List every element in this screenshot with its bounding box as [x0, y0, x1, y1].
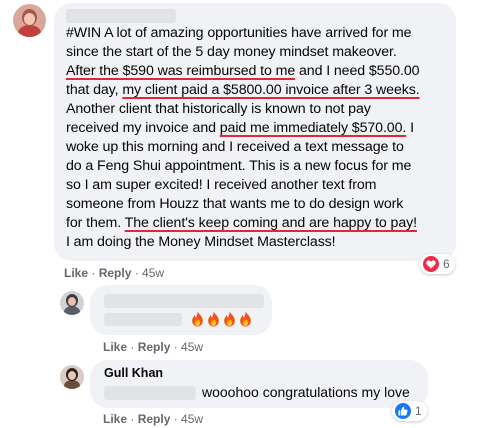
reply-text: wooohoo congratulations my love	[202, 384, 410, 400]
emoji-row	[190, 311, 253, 327]
highlighted-phrase: The client's keep coming and are happy t…	[124, 215, 417, 231]
blurred-reply-text	[104, 313, 182, 326]
reply-link[interactable]: Reply	[99, 266, 132, 280]
like-link[interactable]: Like	[103, 412, 127, 426]
fire-icon	[224, 311, 235, 327]
reply-bubble	[90, 285, 272, 335]
fire-icon	[240, 311, 251, 327]
blurred-author-name[interactable]	[66, 9, 176, 23]
love-reaction-icon	[423, 256, 439, 272]
reaction-count: 6	[443, 257, 450, 271]
fire-icon	[208, 311, 219, 327]
blurred-reply-text	[104, 386, 196, 400]
like-reaction-icon	[395, 403, 411, 419]
like-link[interactable]: Like	[64, 266, 88, 280]
highlighted-phrase: After the $590 was reimbursed to me	[66, 63, 296, 79]
reply-author-name[interactable]: Gull Khan	[104, 366, 163, 380]
comment-text: #WIN A lot of amazing opportunities have…	[66, 25, 420, 250]
fire-icon	[192, 311, 203, 327]
reply-avatar[interactable]	[60, 365, 84, 389]
comment-actions: Like · Reply · 45w	[64, 266, 165, 280]
reaction-summary[interactable]: 6	[420, 254, 455, 274]
timestamp[interactable]: 45w	[142, 266, 164, 280]
like-link[interactable]: Like	[103, 340, 127, 354]
reply-link[interactable]: Reply	[138, 412, 171, 426]
reply-actions: Like · Reply · 45w	[103, 412, 204, 426]
reaction-count: 1	[415, 404, 422, 418]
commenter-avatar[interactable]	[13, 4, 46, 37]
reply-avatar[interactable]	[60, 291, 84, 315]
highlighted-phrase: paid me immediately $570.00.	[219, 120, 407, 136]
reply-actions: Like · Reply · 45w	[103, 340, 204, 354]
timestamp[interactable]: 45w	[181, 412, 203, 426]
reaction-summary[interactable]: 1	[392, 401, 427, 421]
highlighted-phrase: my client paid a $5800.00 invoice after …	[122, 82, 420, 98]
blurred-author-name[interactable]	[104, 294, 264, 308]
timestamp[interactable]: 45w	[181, 340, 203, 354]
reply-link[interactable]: Reply	[138, 340, 171, 354]
